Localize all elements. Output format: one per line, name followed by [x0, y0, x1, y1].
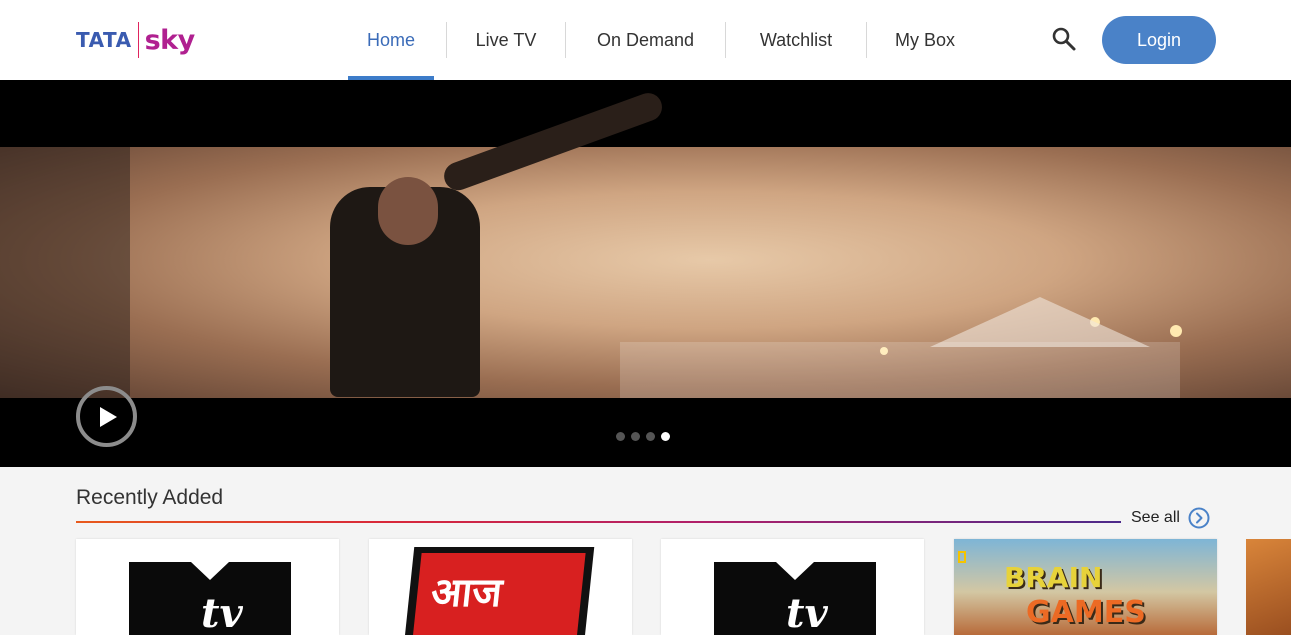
logo-product: sky [144, 24, 196, 56]
performer-head [378, 177, 438, 245]
tent-shape [930, 297, 1150, 347]
stage-area [620, 342, 1180, 398]
mtv-logo: tv [714, 562, 876, 635]
mtv-notch [191, 562, 229, 580]
carousel-dot-3[interactable] [646, 432, 655, 441]
aaj-tak-logo: आज [403, 547, 595, 635]
chevron-right-circle-icon [1188, 507, 1210, 529]
see-all-label: See all [1131, 509, 1180, 526]
search-icon[interactable] [1051, 26, 1077, 52]
see-all-link[interactable]: See all [1131, 506, 1210, 530]
stage-light [1170, 325, 1182, 337]
mtv-logo-text: tv [786, 590, 828, 635]
content-tile-partial[interactable] [1246, 539, 1291, 635]
mtv-logo: tv [129, 562, 291, 635]
play-icon[interactable] [76, 386, 137, 447]
nat-geo-icon [958, 551, 966, 563]
tata-sky-logo[interactable]: TATA sky [76, 20, 195, 60]
section-underline [76, 521, 1121, 523]
nav-item-my-box[interactable]: My Box [867, 0, 983, 80]
stage-truss [0, 147, 130, 398]
top-header: TATA sky Home Live TV On Demand Watchlis… [0, 0, 1291, 80]
hero-image [0, 89, 1291, 398]
hero-banner[interactable] [0, 80, 1291, 467]
nav-item-live-tv[interactable]: Live TV [447, 0, 565, 80]
main-nav: Home Live TV On Demand Watchlist My Box [348, 0, 983, 80]
nav-item-home[interactable]: Home [348, 0, 434, 80]
content-tile-mtv[interactable]: tv [76, 539, 339, 635]
brain-games-title-2: GAMES [1026, 595, 1146, 630]
brain-games-title: BRAIN [1004, 561, 1103, 594]
aaj-tak-logo-text: आज [429, 571, 505, 615]
nav-item-on-demand[interactable]: On Demand [566, 0, 725, 80]
content-tile-mtv[interactable]: tv [661, 539, 924, 635]
login-button[interactable]: Login [1102, 16, 1216, 64]
logo-divider [137, 22, 139, 58]
aaj-tak-logo-box: आज [411, 553, 586, 635]
content-tile-brain-games[interactable]: BRAIN GAMES [954, 539, 1217, 635]
carousel-dot-4[interactable] [661, 432, 670, 441]
content-tile-aaj-tak[interactable]: आज [369, 539, 632, 635]
carousel-dot-1[interactable] [616, 432, 625, 441]
nav-item-watchlist[interactable]: Watchlist [726, 0, 866, 80]
carousel-dot-2[interactable] [631, 432, 640, 441]
carousel-dots [616, 432, 670, 441]
mtv-logo-text: tv [201, 590, 243, 635]
section-title: Recently Added [76, 486, 224, 509]
performer-arm [440, 89, 666, 195]
mtv-notch [776, 562, 814, 580]
logo-brand: TATA [76, 28, 132, 52]
